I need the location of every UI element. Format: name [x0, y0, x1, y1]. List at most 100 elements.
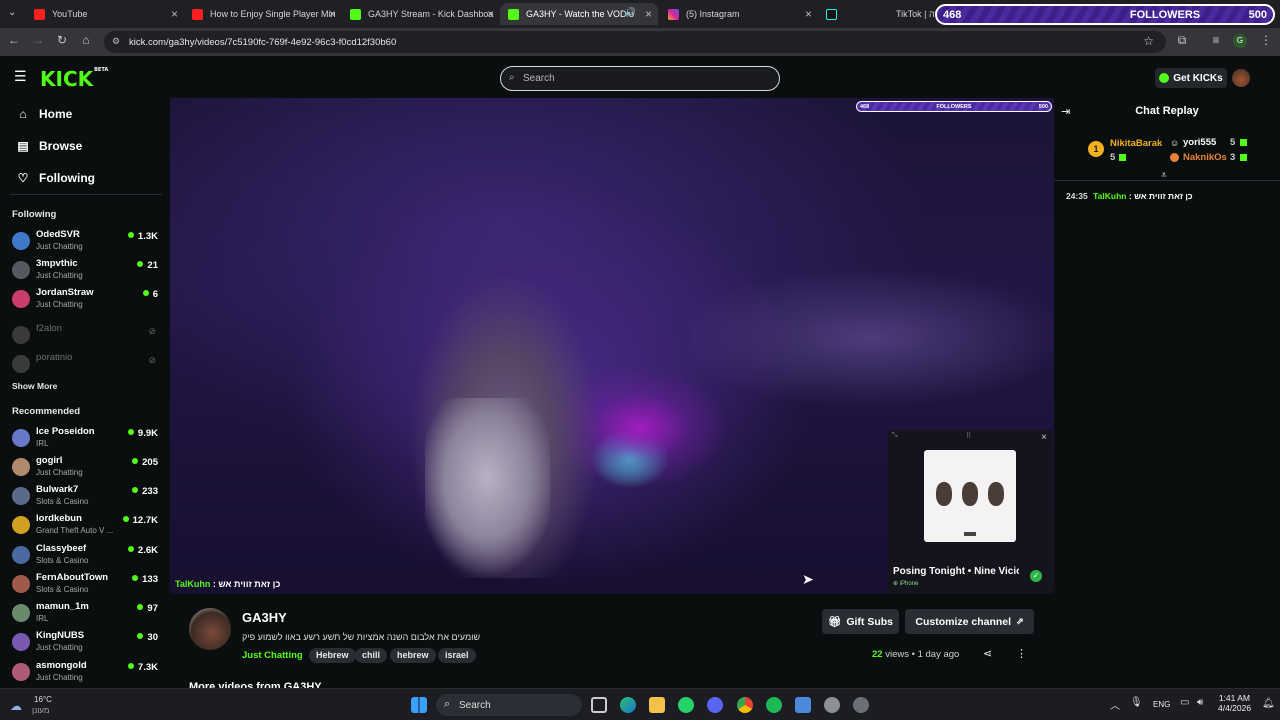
following-channel-jordanstraw[interactable]: JordanStraw Just Chatting 6	[12, 287, 162, 313]
tag-chip[interactable]: Hebrew	[309, 648, 356, 663]
tab-youtube[interactable]: YouTube ×	[26, 3, 184, 25]
channel-name: Bulwark7	[36, 484, 79, 495]
tab-instagram[interactable]: (5) Instagram ×	[660, 3, 818, 25]
browser-nav-bar: ← → ↻ ⌂ ⚙ kick.com/ga3hy/videos/7c5190fc…	[0, 28, 1280, 56]
whatsapp-icon[interactable]	[678, 697, 694, 713]
nav-following[interactable]: ♡ Following	[16, 171, 95, 185]
close-icon[interactable]: ×	[805, 7, 812, 21]
close-icon[interactable]: ×	[645, 7, 652, 21]
avatar	[12, 663, 30, 681]
gifter-name[interactable]: NaknikOs	[1183, 152, 1227, 163]
volume-icon[interactable]: 🔊︎	[1197, 697, 1203, 708]
nav-browse[interactable]: ▤ Browse	[16, 139, 82, 153]
notifications-icon[interactable]: 🔔︎	[1262, 698, 1275, 709]
device-name: iPhone	[899, 581, 919, 587]
nav-home[interactable]: ⌂ Home	[16, 107, 72, 121]
microphone-icon[interactable]: 🎙︎	[1130, 697, 1143, 708]
extensions-icon[interactable]: ⧉	[1174, 33, 1190, 48]
recommended-channel[interactable]: Ice Poseidon IRL 9.9K	[12, 426, 162, 452]
channel-category: Just Chatting	[36, 271, 83, 280]
channel-name[interactable]: GA3HY	[242, 610, 287, 625]
windows-start-icon[interactable]	[411, 697, 427, 713]
chrome-icon[interactable]	[737, 697, 753, 713]
gift-subs-button[interactable]: 🎁︎ Gift Subs	[822, 609, 899, 634]
recommended-channel[interactable]: gogirl Just Chatting 205	[12, 455, 162, 481]
get-kicks-button[interactable]: Get KICKs	[1155, 68, 1227, 88]
spotify-icon[interactable]	[766, 697, 782, 713]
tab-tiktok-2[interactable]: TikTok | זה	[888, 3, 938, 25]
close-icon[interactable]: ×	[171, 7, 178, 21]
taskbar-search[interactable]: ⌕ Search	[436, 694, 582, 716]
tag-chip[interactable]: hebrew	[390, 648, 436, 663]
avatar	[12, 355, 30, 373]
tab-kick-dashboard[interactable]: GA3HY Stream - Kick Dashboa ×	[342, 3, 500, 25]
channel-name: f2alon	[36, 323, 62, 334]
file-explorer-icon[interactable]	[649, 697, 665, 713]
reload-icon[interactable]: ↻	[54, 33, 70, 47]
category-link[interactable]: Just Chatting	[242, 650, 303, 661]
menu-dots-icon[interactable]: ⋮	[1258, 33, 1274, 47]
show-more-link[interactable]: Show More	[12, 381, 57, 391]
video-player[interactable]: 468 FOLLOWERS 500 TalKuhn : כן זאת זווית…	[170, 98, 1054, 594]
top-gifter-name[interactable]: NikitaBarak	[1110, 138, 1162, 149]
resize-icon[interactable]: ⤡	[892, 432, 898, 440]
chat-text: : כן זאת זווית אש	[212, 579, 281, 589]
settings-icon[interactable]	[824, 697, 840, 713]
recommended-channel[interactable]: Classybeef Slots & Casino 2.6K	[12, 543, 162, 569]
chat-username[interactable]: TalKuhn	[1093, 191, 1126, 201]
tab-kick-vod[interactable]: GA3HY - Watch the VOD o 🔊 ×	[500, 3, 658, 25]
edge-icon[interactable]	[620, 697, 636, 713]
channel-avatar[interactable]	[189, 608, 231, 650]
recommended-channel[interactable]: KingNUBS Just Chatting 30	[12, 630, 162, 656]
recommended-channel[interactable]: mamun_1m IRL 97	[12, 601, 162, 627]
close-icon[interactable]: ×	[1041, 432, 1047, 443]
recommended-channel[interactable]: Bulwark7 Slots & Casino 233	[12, 484, 162, 510]
user-avatar[interactable]	[1232, 69, 1250, 87]
tag-chip[interactable]: chill	[355, 648, 388, 663]
kick-logo[interactable]: KICKBETA	[40, 67, 108, 91]
home-icon[interactable]: ⌂	[78, 33, 94, 47]
search-input[interactable]: ⌕ Search	[500, 66, 780, 91]
recommended-channel[interactable]: asmongold Just Chatting 7.3K	[12, 660, 162, 686]
tray-chevron-icon[interactable]: ︿	[1110, 697, 1120, 712]
tab-search-icon[interactable]: ⌄	[8, 7, 16, 18]
vod-views: 22 views • 1 day ago	[872, 649, 959, 660]
drag-handle-icon[interactable]: ⠿	[966, 432, 971, 440]
now-playing-title: Posing Tonight • Nine Vicio	[893, 566, 1019, 577]
address-bar[interactable]: ⚙ kick.com/ga3hy/videos/7c5190fc-769f-4e…	[104, 31, 1166, 53]
more-options-icon[interactable]: ⋮	[1016, 647, 1027, 660]
gifter-name[interactable]: yori555	[1183, 137, 1216, 148]
gifter-count: 3	[1230, 152, 1236, 163]
tab-tiktok[interactable]	[818, 3, 858, 25]
share-icon[interactable]: ⋖	[983, 647, 992, 660]
forward-icon[interactable]: →	[30, 33, 46, 47]
taskbar-search-label: Search	[459, 699, 491, 711]
following-channel-3mpvthic[interactable]: 3mpvthic Just Chatting 21	[12, 258, 162, 284]
clock[interactable]: 1:41 AM 4/4/2026	[1218, 693, 1251, 713]
hamburger-menu-icon[interactable]: ☰	[14, 68, 27, 85]
following-channel-poratinio[interactable]: poratinio ⊘	[12, 352, 162, 378]
speaker-icon[interactable]: 🔊	[625, 7, 636, 18]
discord-icon[interactable]	[707, 697, 723, 713]
customize-channel-button[interactable]: Customize channel ⇗	[905, 609, 1034, 634]
app-icon[interactable]	[853, 697, 869, 713]
task-view-icon[interactable]	[591, 697, 607, 713]
following-channel-odedsvr[interactable]: OdedSVR Just Chatting 1.3K	[12, 229, 162, 255]
now-playing-widget[interactable]: ⤡ ⠿ × Posing Tonight • Nine Vicio ⊕ iPho…	[888, 430, 1053, 593]
profile-icon[interactable]: G	[1233, 34, 1247, 48]
site-info-icon[interactable]: ⚙	[112, 36, 120, 47]
media-icon[interactable]: ≡	[1208, 33, 1224, 47]
notepad-icon[interactable]	[795, 697, 811, 713]
network-icon[interactable]: ▭	[1180, 697, 1189, 708]
recommended-channel[interactable]: lordkebun Grand Theft Auto V ... 12.7K	[12, 513, 162, 539]
language-indicator[interactable]: ENG	[1153, 700, 1170, 709]
tag-chip[interactable]: israel	[438, 648, 476, 663]
close-icon[interactable]: ×	[487, 7, 494, 21]
browse-icon: ▤	[17, 139, 29, 153]
following-channel-f2alon[interactable]: f2alon ⊘	[12, 323, 162, 349]
bookmark-star-icon[interactable]: ☆	[1143, 34, 1154, 48]
close-icon[interactable]: ×	[329, 7, 336, 21]
tab-youtube-video[interactable]: How to Enjoy Single Player Min ×	[184, 3, 342, 25]
back-icon[interactable]: ←	[6, 33, 22, 47]
recommended-channel[interactable]: FernAboutTown Slots & Casino 133	[12, 572, 162, 598]
